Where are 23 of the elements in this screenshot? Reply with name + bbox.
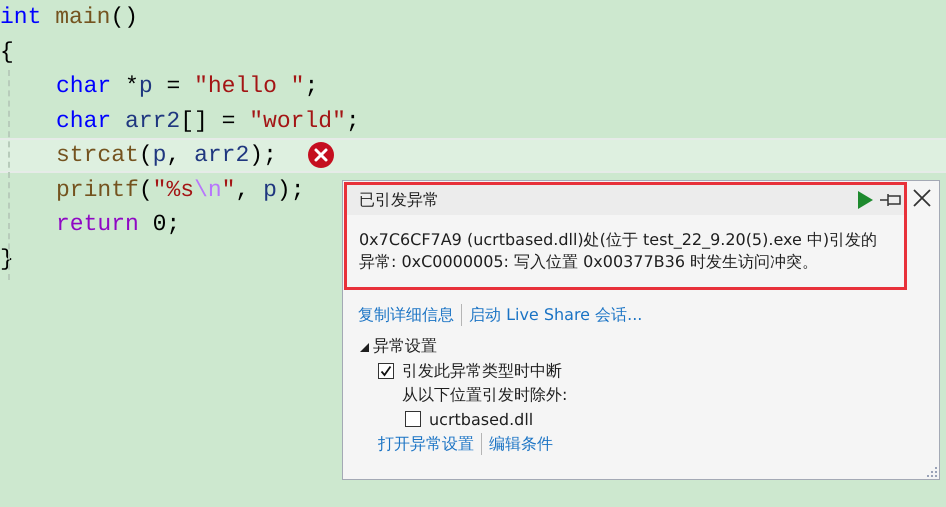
code-line: char arr2[] = "world"; <box>56 108 360 134</box>
code-line: printf("%s\n", p); <box>56 176 305 203</box>
settings-heading: 异常设置 <box>373 336 437 357</box>
checkbox-label: ucrtbased.dll <box>429 410 534 428</box>
exception-message: 0x7C6CF7A9 (ucrtbased.dll)处(位于 test_22_9.20(5).exe 中)引发的 异常: 0xC0000005: 写入位置 0x00377B36 时发生访问冲突。 <box>358 229 878 273</box>
action-link[interactable]: 启动 Live Share 会话... <box>469 304 642 326</box>
code-line: char *p = "hello "; <box>56 73 318 100</box>
code-line: { <box>0 38 14 65</box>
code-line: int main() <box>0 4 138 30</box>
except-label: 从以下位置引发时除外: <box>402 384 568 406</box>
popup-title: 已引发异常 <box>359 190 440 210</box>
close-icon <box>912 188 932 208</box>
action-link[interactable]: 复制详细信息 <box>358 304 454 326</box>
pin-icon <box>879 193 901 207</box>
settings-link[interactable]: 打开异常设置 <box>378 434 474 454</box>
code-line: strcat(p, arr2); <box>56 142 277 168</box>
checkbox[interactable] <box>378 363 394 379</box>
settings-link[interactable]: 编辑条件 <box>489 434 553 454</box>
code-line: return 0; <box>56 211 180 238</box>
checkbox-label: 引发此异常类型时中断 <box>402 360 562 382</box>
expanded-triangle-icon[interactable] <box>359 342 369 352</box>
checkbox[interactable] <box>405 411 421 427</box>
play-icon <box>857 191 873 209</box>
